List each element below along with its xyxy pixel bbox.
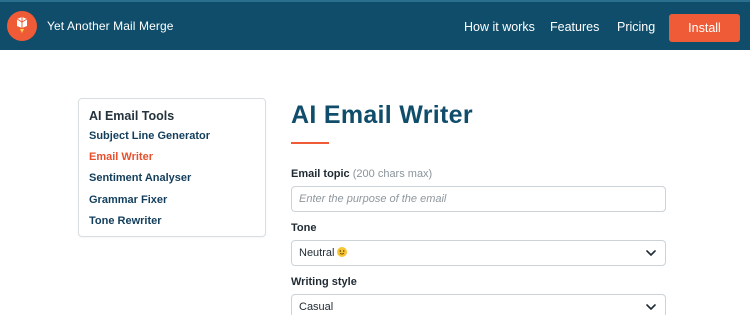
email-topic-label-text: Email topic [291, 168, 350, 180]
sidebar-item-grammar-fixer[interactable]: Grammar Fixer [89, 194, 167, 206]
brand[interactable]: Yet Another Mail Merge [7, 11, 174, 41]
sidebar-item-subject-line-generator[interactable]: Subject Line Generator [89, 130, 210, 142]
chevron-down-icon [646, 304, 656, 310]
tone-value-text: Neutral [299, 247, 335, 259]
writing-style-select[interactable]: Casual [291, 294, 666, 315]
slightly-smiling-face-icon [337, 247, 348, 257]
tone-label: Tone [291, 222, 317, 234]
email-topic-field[interactable] [291, 186, 666, 212]
chevron-down-icon [646, 250, 656, 256]
sidebar-title: AI Email Tools [89, 109, 175, 123]
sidebar-item-email-writer[interactable]: Email Writer [89, 151, 153, 163]
top-navbar: Yet Another Mail Merge How it works Feat… [0, 0, 750, 50]
page-title: AI Email Writer [291, 101, 473, 129]
email-topic-hint: (200 chars max) [352, 168, 433, 180]
sidebar-item-tone-rewriter[interactable]: Tone Rewriter [89, 215, 162, 227]
email-topic-input[interactable] [292, 187, 665, 211]
writing-style-selected-value: Casual [299, 301, 334, 313]
nav-link-pricing[interactable]: Pricing [617, 20, 655, 34]
nav-link-features[interactable]: Features [550, 20, 599, 34]
brand-name: Yet Another Mail Merge [47, 19, 174, 33]
writing-style-label: Writing style [291, 276, 357, 288]
install-button[interactable]: Install [669, 14, 740, 42]
sidebar-item-sentiment-analyser[interactable]: Sentiment Analyser [89, 172, 191, 184]
title-underline [291, 142, 329, 144]
sidebar-tools-menu: AI Email Tools Subject Line Generator Em… [78, 98, 266, 237]
nav-link-how-it-works[interactable]: How it works [464, 20, 535, 34]
email-topic-label: Email topic (200 chars max) [291, 168, 432, 180]
brand-logo-icon [7, 11, 37, 41]
tone-select[interactable]: Neutral [291, 240, 666, 266]
tone-selected-value: Neutral [299, 247, 348, 259]
